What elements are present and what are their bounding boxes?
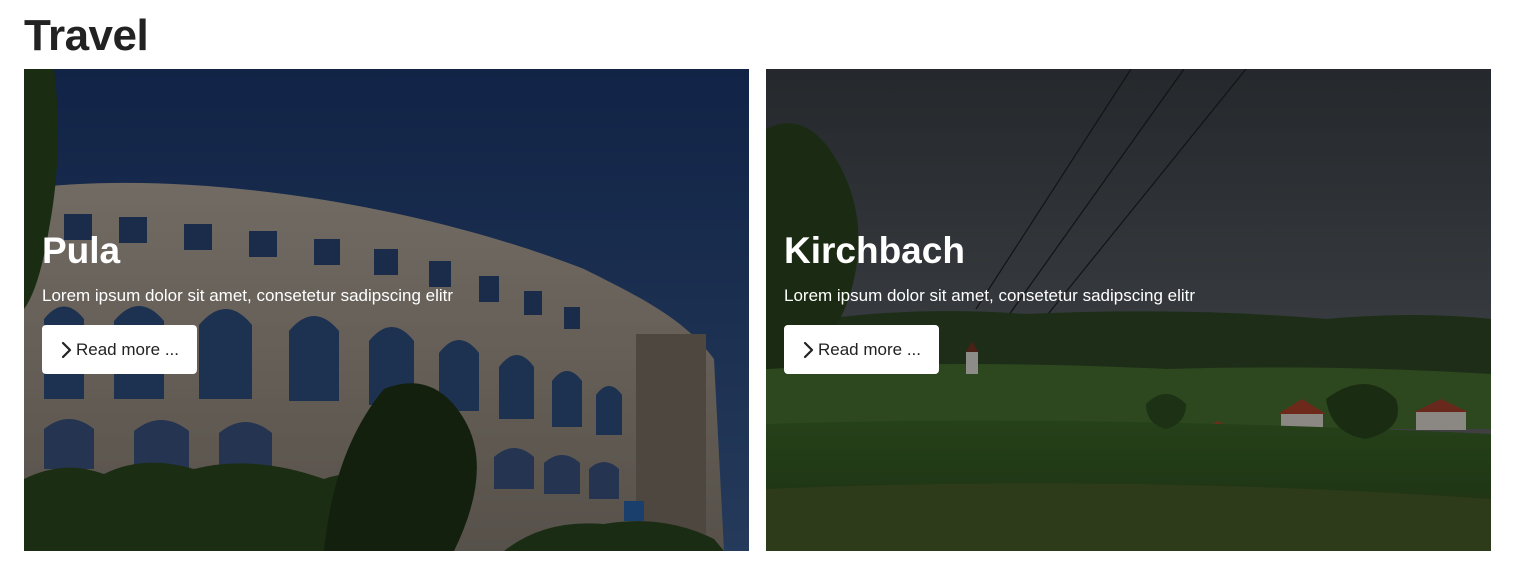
- read-more-button[interactable]: Read more ...: [42, 325, 197, 374]
- travel-card-pula: Pula Lorem ipsum dolor sit amet, consete…: [24, 69, 749, 551]
- chevron-right-icon: [61, 341, 72, 358]
- card-text: Lorem ipsum dolor sit amet, consetetur s…: [42, 286, 454, 305]
- card-body: Kirchbach Lorem ipsum dolor sit amet, co…: [784, 229, 1473, 374]
- card-text: Lorem ipsum dolor sit amet, consetetur s…: [784, 286, 1196, 305]
- chevron-right-icon: [803, 341, 814, 358]
- card-body: Pula Lorem ipsum dolor sit amet, consete…: [42, 229, 731, 374]
- read-more-label: Read more ...: [76, 339, 179, 359]
- read-more-label: Read more ...: [818, 339, 921, 359]
- travel-card-kirchbach: Kirchbach Lorem ipsum dolor sit amet, co…: [766, 69, 1491, 551]
- travel-page: Travel Pula Lorem ipsum dolor sit amet, …: [0, 0, 1519, 567]
- read-more-button[interactable]: Read more ...: [784, 325, 939, 374]
- card-title: Kirchbach: [784, 230, 965, 271]
- section-title: Travel: [24, 11, 149, 60]
- card-title: Pula: [42, 230, 121, 271]
